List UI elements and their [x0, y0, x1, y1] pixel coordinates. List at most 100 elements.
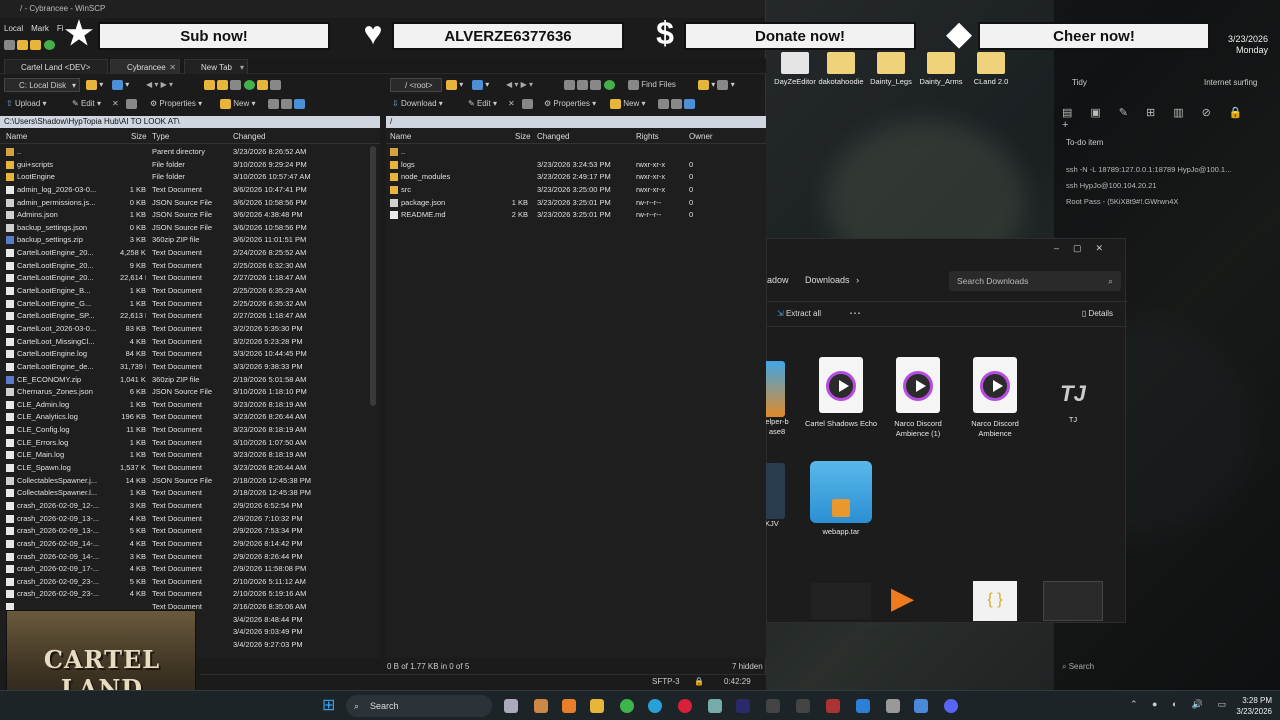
local-path[interactable]: C:\Users\Shadow\HypTopia Hub\AI TO LOOK … [0, 116, 380, 128]
sync-icon[interactable] [4, 40, 15, 50]
file-explorer-icon[interactable] [590, 699, 604, 713]
local-file-row[interactable]: CartelLootEngine_SP... 22,613 KB Text Docu… [0, 310, 380, 323]
column-header-name[interactable]: Name [6, 132, 27, 141]
remote-file-row[interactable]: logs 3/23/2026 3:24:53 PM rwxr-xr-x 0 [386, 159, 766, 172]
windows-start-icon[interactable]: ⊞ [322, 698, 338, 714]
properties-button[interactable]: ⚙ Properties ▾ [544, 97, 596, 111]
organizer-toolbar[interactable]: ▤▣✎⊞▥⊘🔒+ [1062, 106, 1272, 131]
local-file-row[interactable]: CLE_Main.log 1 KB Text Document 3/23/2026 8… [0, 449, 380, 462]
explorer-item[interactable]: Narco Discord Ambience (1) [878, 357, 958, 439]
column-header-size[interactable]: Size [131, 132, 147, 141]
local-file-row[interactable]: CartelLootEngine_G... 1 KB Text Document 2/… [0, 298, 380, 311]
local-file-row[interactable]: CartelLootEngine_de... 31,739 KB Text Docu… [0, 361, 380, 374]
column-header-changed[interactable]: Changed [537, 132, 569, 141]
local-file-row[interactable]: admin_log_2026-03-0... 1 KB Text Document 3… [0, 184, 380, 197]
local-drive-select[interactable]: C: Local Disk ▾ [4, 78, 80, 92]
local-file-row[interactable]: crash_2026-02-09_17-... 4 KB Text Document… [0, 563, 380, 576]
app-icon[interactable] [534, 699, 548, 713]
internet-surfing-label[interactable]: Internet surfing [1204, 78, 1257, 87]
local-file-row[interactable]: crash_2026-02-09_23-... 4 KB Text Document… [0, 588, 380, 601]
vscode-icon[interactable] [856, 699, 870, 713]
app-icon[interactable] [914, 699, 928, 713]
remote-nav-icons[interactable] [564, 78, 615, 92]
new-button[interactable]: New ▾ [220, 97, 256, 111]
breadcrumb-part[interactable]: Downloads [805, 275, 850, 285]
todo-item[interactable]: To-do item [1066, 138, 1103, 147]
tab-new[interactable]: New Tab ▾ [184, 59, 248, 74]
local-file-row[interactable]: crash_2026-02-09_14-... 4 KB Text Document… [0, 538, 380, 551]
desktop-icon-dainty-arms[interactable]: Dainty_Arms [916, 52, 966, 86]
discord-icon[interactable] [944, 699, 958, 713]
organizer-search[interactable]: ⌕ Search [1062, 662, 1094, 672]
local-file-row[interactable]: gui+scripts File folder 3/10/2026 9:29:24 … [0, 159, 380, 172]
edit-button[interactable]: ✎ Edit ▾ [468, 97, 497, 111]
desktop-icon-cland[interactable]: CLand 2.0 [966, 52, 1016, 86]
local-file-row[interactable]: CLE_Config.log 11 KB Text Document 3/23/202… [0, 424, 380, 437]
column-header-changed[interactable]: Changed [233, 132, 265, 141]
tidy-button[interactable]: Tidy [1072, 78, 1087, 87]
explorer-item[interactable]: webapp.tar [801, 461, 881, 537]
task-view-icon[interactable] [504, 699, 518, 713]
new-button[interactable]: New ▾ [610, 97, 646, 111]
menu-item[interactable]: Local [0, 24, 27, 33]
chevron-down-icon[interactable]: ▾ [240, 60, 244, 75]
extract-all-button[interactable]: ⇲ Extract all [777, 309, 821, 318]
properties-button[interactable]: ⚙ Properties ▾ [150, 97, 202, 111]
local-file-row[interactable]: CartelLootEngine_20... 9 KB Text Document 2… [0, 260, 380, 273]
filter-icon[interactable]: ▾ [472, 78, 489, 92]
local-file-row[interactable]: CLE_Admin.log 1 KB Text Document 3/23/2026 … [0, 399, 380, 412]
local-file-row[interactable]: CollectablesSpawner.j... 14 KB JSON Source… [0, 475, 380, 488]
delete-icon[interactable]: ✕ [508, 97, 515, 111]
opera-icon[interactable] [678, 699, 692, 713]
desktop-icon-dainty-legs[interactable]: Dainty_Legs [866, 52, 916, 86]
close-icon[interactable]: ✕ [169, 60, 176, 75]
remote-file-row[interactable]: README.md 2 KB 3/23/2026 3:25:01 PM rw-r--r… [386, 209, 766, 222]
explorer-item[interactable]: TJ TJ [1033, 379, 1113, 425]
desktop-icon-dayzeditor[interactable]: DayZeEditor [770, 52, 820, 86]
local-file-row[interactable]: CLE_Spawn.log 1,537 KB Text Document 3/23/2… [0, 462, 380, 475]
folder-icon[interactable] [17, 40, 29, 50]
remote-path[interactable]: / [386, 116, 766, 128]
player-app-icon[interactable] [562, 699, 576, 713]
taskbar-date[interactable]: 3/23/2026 [1228, 706, 1272, 717]
edit-button[interactable]: ✎ Edit ▾ [72, 97, 101, 111]
local-scrollbar[interactable] [370, 146, 376, 406]
open-folder-icon[interactable]: ▾ [446, 78, 463, 92]
explorer-item[interactable]: Cartel Shadows Echo [801, 357, 881, 429]
dayz-icon[interactable] [766, 699, 780, 713]
find-files-button[interactable]: Find Files [628, 78, 676, 92]
local-file-row[interactable]: CLE_Analytics.log 196 KB Text Document 3/23… [0, 411, 380, 424]
local-file-row[interactable]: backup_settings.zip 3 KB 360zip ZIP file 3/… [0, 234, 380, 247]
refresh-icon[interactable] [43, 40, 55, 50]
remote-file-row[interactable]: .. [386, 146, 766, 159]
app-icon[interactable] [886, 699, 900, 713]
remote-view-icons[interactable]: ▾ ▾ [698, 78, 735, 92]
local-file-row[interactable]: backup_settings.json 0 KB JSON Source File… [0, 222, 380, 235]
back-icon[interactable]: ◀ ▾ ▶ ▾ [506, 78, 533, 92]
delete-icon[interactable]: ✕ [112, 97, 119, 111]
download-button[interactable]: ⇩ Download ▾ [392, 97, 443, 111]
local-file-row[interactable]: CartelLootEngine_B... 1 KB Text Document 2/… [0, 285, 380, 298]
back-icon[interactable]: ◀ ▾ ▶ ▾ [146, 78, 173, 92]
remote-file-row[interactable]: src 3/23/2026 3:25:00 PM rwxr-xr-x 0 [386, 184, 766, 197]
details-button[interactable]: ▯ Details [1082, 309, 1113, 318]
local-file-row[interactable]: crash_2026-02-09_14-... 3 KB Text Document… [0, 551, 380, 564]
local-file-row[interactable]: crash_2026-02-09_13-... 5 KB Text Document… [0, 525, 380, 538]
local-extra-icons[interactable] [268, 97, 306, 111]
remote-extra-icons[interactable] [658, 97, 696, 111]
column-header-owner[interactable]: Owner [689, 132, 713, 141]
local-file-row[interactable]: CE_ECONOMY.zip 1,041 KB 360zip ZIP file 2/1… [0, 374, 380, 387]
telegram-icon[interactable] [648, 699, 662, 713]
local-file-row[interactable]: CartelLoot_2026-03-0... 83 KB Text Documen… [0, 323, 380, 336]
local-nav-icons[interactable] [204, 78, 282, 92]
breadcrumb-part[interactable]: adow [767, 275, 789, 285]
upload-button[interactable]: ⇧ Upload ▾ [6, 97, 47, 111]
menu-item[interactable]: Mark [27, 24, 53, 33]
dayz-icon[interactable] [796, 699, 810, 713]
local-file-row[interactable]: crash_2026-02-09_12-... 3 KB Text Document… [0, 500, 380, 513]
column-header-name[interactable]: Name [390, 132, 411, 141]
desktop-icon-dakotahoodie[interactable]: dakotahoodie [816, 52, 866, 86]
local-file-row[interactable]: CartelLootEngine_20... 22,614 KB Text Docu… [0, 272, 380, 285]
tab-cartel-land[interactable]: Cartel Land <DEV> [4, 59, 108, 74]
rename-icon[interactable] [126, 97, 137, 111]
